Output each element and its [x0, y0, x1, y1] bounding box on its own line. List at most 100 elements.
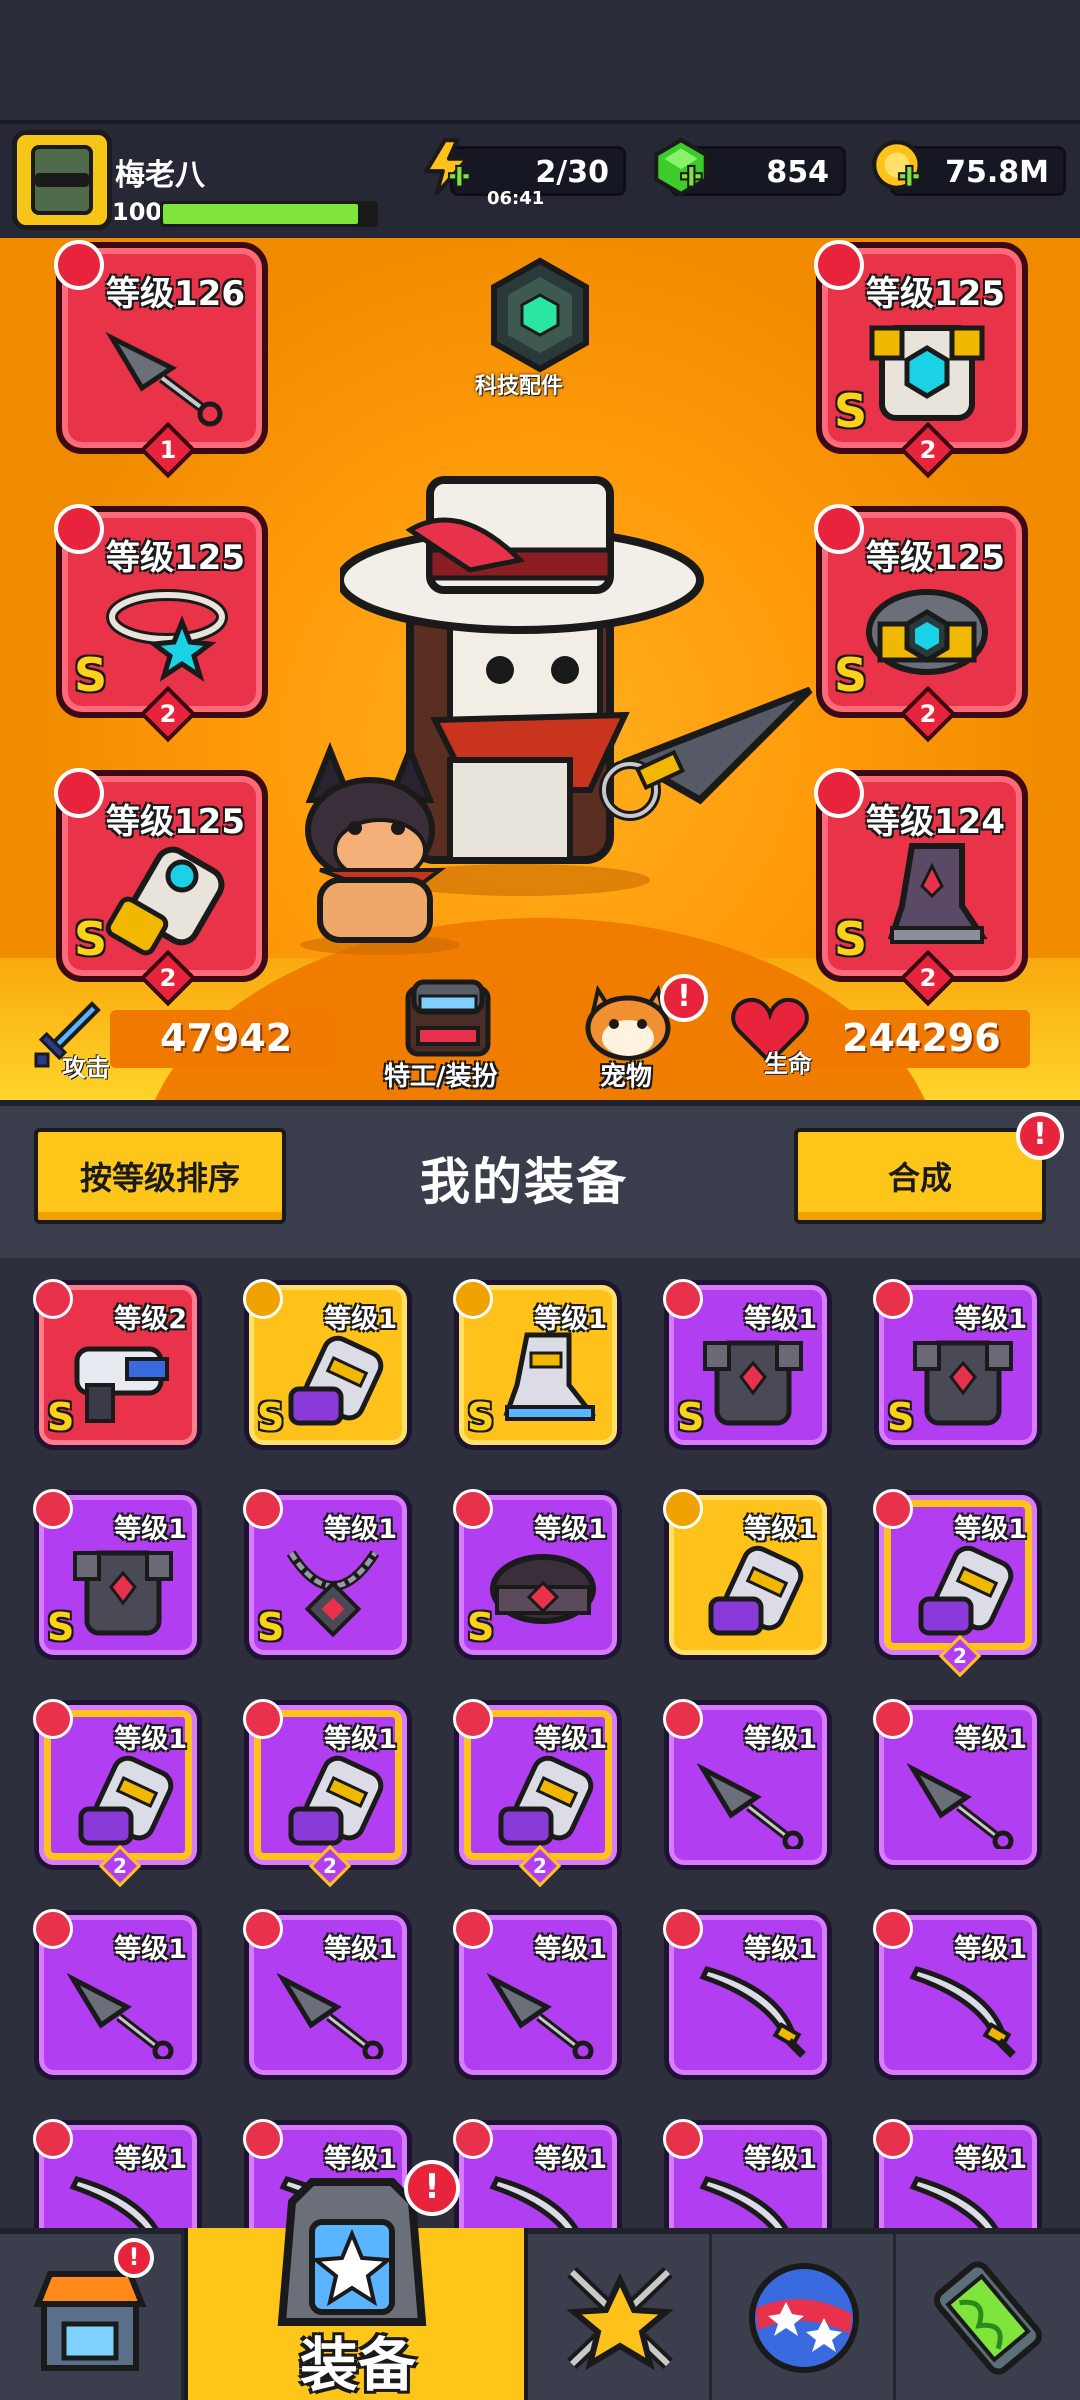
equip-slot-armor[interactable]: 等级125 S 2	[814, 240, 1028, 479]
inventory-item[interactable]: 等级1 S	[243, 1279, 412, 1450]
green-gem-icon	[654, 137, 708, 197]
armor-icon	[703, 1340, 803, 1426]
inventory-item[interactable]: 等级1	[33, 1909, 202, 2080]
inventory-item[interactable]: 等级1	[663, 1699, 832, 1870]
gold-coin-icon	[872, 140, 922, 190]
necklace-icon	[286, 1550, 380, 1638]
grade-badge: S	[257, 1395, 285, 1439]
inventory-item[interactable]: 等级1	[453, 1909, 622, 2080]
inventory-item[interactable]: 等级1	[663, 1489, 832, 1660]
nav-talents[interactable]	[712, 2234, 896, 2400]
item-level: 等级2	[114, 1304, 187, 1335]
item-type-icon	[663, 1909, 703, 1949]
boots-icon	[503, 1332, 597, 1421]
xp-bar	[160, 201, 378, 227]
player-avatar[interactable]	[12, 130, 112, 230]
inventory-item[interactable]: 等级2 S	[33, 1279, 202, 1450]
pet-alert-badge: !	[660, 974, 708, 1022]
katana-icon	[489, 2176, 579, 2228]
item-type-icon	[33, 1909, 73, 1949]
inventory-item[interactable]: 等级1 S	[873, 1279, 1042, 1450]
inventory-item[interactable]: 等级1 2	[243, 1699, 412, 1888]
xp-bar-fill	[163, 204, 359, 224]
pet-label[interactable]: 宠物	[600, 1056, 652, 1093]
star-orb-icon	[749, 2263, 859, 2373]
energy-timer: 06:41	[487, 188, 545, 209]
pet-dog[interactable]	[280, 740, 480, 960]
inventory-item[interactable]: 等级1 S	[453, 1489, 622, 1660]
inventory-item[interactable]: 等级1 S	[33, 1489, 202, 1660]
katana-icon	[909, 2176, 999, 2228]
equip-slot-weapon[interactable]: 等级126 1	[54, 240, 268, 479]
katana-icon	[909, 1966, 1016, 2058]
grade-badge: S	[257, 1605, 285, 1649]
inventory-item[interactable]: 等级1 S	[663, 1279, 832, 1450]
hp-value: 244296	[842, 1016, 1001, 1060]
hp-label: 生命	[764, 1050, 812, 1078]
star-rank-badge: 2	[98, 1844, 142, 1888]
inventory-item[interactable]: 等级1 2	[33, 1699, 202, 1888]
nav-evolve[interactable]	[896, 2234, 1080, 2400]
inventory-item[interactable]: 等级1	[663, 1909, 832, 2080]
item-level: 等级1	[114, 2144, 187, 2175]
nav-battle[interactable]	[528, 2234, 712, 2400]
inventory-item[interactable]: 等级1	[33, 2119, 202, 2228]
kunai-icon	[697, 1763, 804, 1849]
weapon-type-icon	[54, 240, 104, 290]
item-level: 等级1	[744, 2144, 817, 2175]
item-level: 等级1	[954, 1514, 1027, 1545]
inventory-item[interactable]: 等级1 S	[453, 1279, 622, 1450]
agent-outfit-label[interactable]: 特工/装扮	[384, 1056, 498, 1093]
gauntlet-icon	[288, 1335, 384, 1426]
inventory-item[interactable]: 等级1	[873, 1909, 1042, 2080]
item-level: 等级1	[534, 1304, 607, 1335]
agent-outfit-icon[interactable]	[398, 978, 498, 1058]
equip-slot-necklace[interactable]: 等级125 S 2	[54, 504, 268, 743]
gem-value: 854	[766, 155, 829, 190]
grade-badge: S	[47, 1395, 75, 1439]
armor-type-icon	[814, 240, 864, 290]
equip-slot-belt[interactable]: 等级125 S 2	[814, 504, 1028, 743]
item-level: 等级1	[114, 1724, 187, 1755]
item-type-icon	[663, 2119, 703, 2159]
armor-icon	[913, 1340, 1013, 1426]
item-type-icon	[663, 1279, 703, 1319]
item-type-icon	[873, 1279, 913, 1319]
inventory-item[interactable]: 等级1	[873, 1699, 1042, 1870]
item-type-icon	[453, 1909, 493, 1949]
item-type-icon	[33, 1699, 73, 1739]
nav-shop[interactable]	[0, 2234, 184, 2400]
item-type-icon	[243, 1909, 283, 1949]
merge-button[interactable]: 合成	[794, 1128, 1046, 1224]
item-type-icon	[663, 1489, 703, 1529]
gauntlet-icon	[708, 1545, 804, 1636]
item-type-icon	[873, 1699, 913, 1739]
item-level: 等级1	[324, 2144, 397, 2175]
inventory-item[interactable]: 等级1 2	[453, 1699, 622, 1888]
item-level: 等级1	[954, 1934, 1027, 1965]
item-level: 等级1	[534, 2144, 607, 2175]
grade-badge: S	[467, 1605, 495, 1649]
inventory-item[interactable]: 等级1	[873, 2119, 1042, 2228]
grade-badge: S	[834, 912, 868, 966]
status-bar	[0, 0, 1080, 120]
inventory-item[interactable]: 等级1 S	[243, 1489, 412, 1660]
hexagon-chip-icon[interactable]	[480, 255, 600, 375]
inventory-item[interactable]: 等级1	[243, 1909, 412, 2080]
panel-title: 我的装备	[420, 1153, 628, 1211]
item-type-icon	[453, 1279, 493, 1319]
inventory-item[interactable]: 等级1	[663, 2119, 832, 2228]
kunai-icon	[67, 1973, 174, 2059]
crossed-swords-star-icon	[566, 2266, 674, 2371]
necklace-icon	[106, 589, 228, 682]
equip-slot-boots[interactable]: 等级124 S 2	[814, 768, 1028, 1007]
kunai-icon	[487, 1973, 594, 2059]
kunai-icon	[277, 1973, 384, 2059]
necklace-type-icon	[54, 504, 104, 554]
sort-by-level-button[interactable]: 按等级排序	[34, 1128, 286, 1224]
item-type-icon	[873, 1489, 913, 1529]
inventory-item[interactable]: 等级1	[453, 2119, 622, 2228]
equip-slot-gloves[interactable]: 等级125 S 2	[54, 768, 268, 1007]
gauntlet-icon	[918, 1545, 1014, 1636]
inventory-item[interactable]: 等级1 2	[873, 1489, 1042, 1678]
